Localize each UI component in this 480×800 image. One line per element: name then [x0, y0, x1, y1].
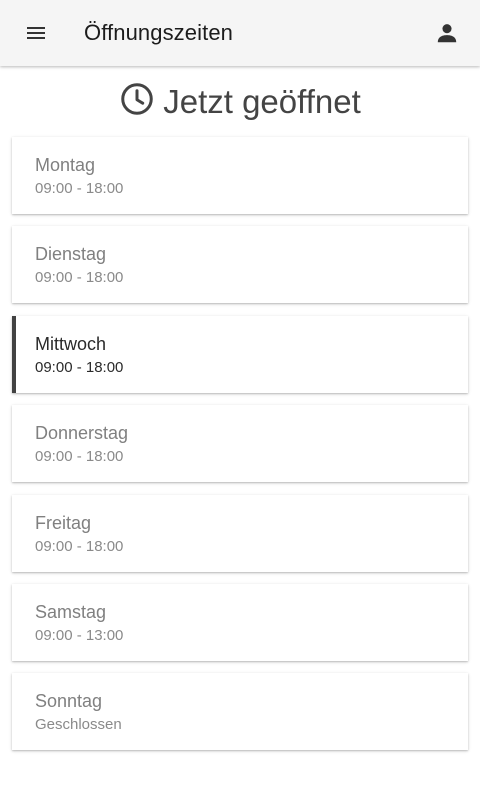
opening-hours-list: Montag 09:00 - 18:00 Dienstag 09:00 - 18… [12, 137, 468, 763]
account-person-icon [437, 24, 457, 43]
day-name: Dienstag [35, 244, 107, 265]
day-name: Samstag [35, 601, 107, 622]
account-button[interactable] [426, 12, 468, 54]
day-card-mittwoch[interactable]: Mittwoch 09:00 - 18:00 [12, 315, 468, 393]
day-name: Mittwoch [35, 333, 107, 354]
day-name: Sonntag [35, 691, 103, 712]
menu-button[interactable] [14, 12, 58, 54]
app-bar: Öffnungszeiten [0, 0, 480, 66]
day-card-dienstag[interactable]: Dienstag 09:00 - 18:00 [12, 226, 468, 304]
day-hours: 09:00 - 18:00 [35, 537, 124, 555]
day-card-freitag[interactable]: Freitag 09:00 - 18:00 [12, 494, 468, 572]
day-card-donnerstag[interactable]: Donnerstag 09:00 - 18:00 [12, 405, 468, 483]
day-card-samstag[interactable]: Samstag 09:00 - 13:00 [12, 583, 468, 661]
day-card-montag[interactable]: Montag 09:00 - 18:00 [12, 137, 468, 214]
day-hours: Geschlossen [35, 716, 122, 734]
page-title: Öffnungszeiten [84, 20, 233, 45]
day-hours: 09:00 - 18:00 [35, 180, 124, 197]
day-name: Donnerstag [35, 423, 129, 444]
app-screen: Öffnungszeiten Jetzt geöffnet Montag 09:… [0, 0, 480, 800]
clock-icon [121, 83, 153, 115]
open-status: Jetzt geöffnet [0, 80, 480, 124]
hamburger-menu-icon [27, 27, 45, 39]
day-card-sonntag[interactable]: Sonntag Geschlossen [12, 673, 468, 751]
day-hours: 09:00 - 18:00 [35, 358, 124, 376]
day-hours: 09:00 - 18:00 [35, 269, 124, 287]
day-hours: 09:00 - 13:00 [35, 626, 124, 644]
day-hours: 09:00 - 18:00 [35, 448, 124, 466]
day-name: Freitag [35, 512, 92, 533]
day-name: Montag [35, 155, 96, 175]
open-status-text: Jetzt geöffnet [163, 83, 361, 120]
